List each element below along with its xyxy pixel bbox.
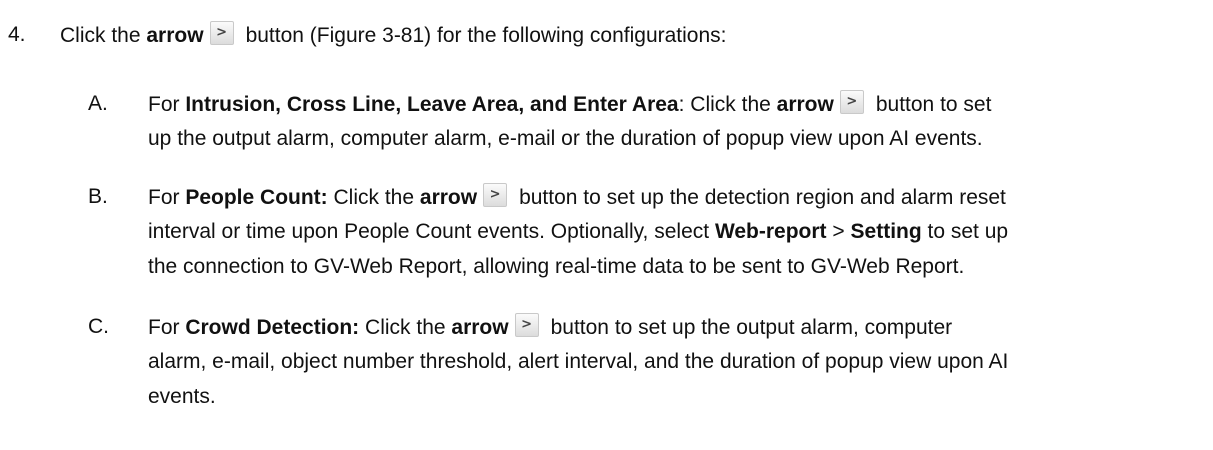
item-b-marker: B. [88, 185, 108, 208]
arrow-button-icon[interactable]: > [209, 21, 234, 45]
item-a-marker: A. [88, 92, 108, 115]
item-b-line-1: For People Count: Click the arrow > button… [148, 183, 1006, 212]
item-c-line-1: For Crowd Detection: Click the arrow > but… [148, 313, 952, 342]
item-c-line-2: alarm, e-mail, object number threshold, … [148, 350, 1009, 373]
step-instruction: Click the arrow > button (Figure 3-81) for… [60, 21, 727, 50]
item-c-marker: C. [88, 315, 109, 338]
item-b-line-3: the connection to GV-Web Report, allowin… [148, 255, 965, 278]
item-b-line-2: interval or time upon People Count event… [148, 220, 1009, 243]
arrow-button-icon[interactable]: > [839, 90, 864, 114]
item-a-line-2: up the output alarm, computer alarm, e-m… [148, 127, 983, 150]
step-number: 4. [8, 23, 26, 46]
item-a-line-1: For Intrusion, Cross Line, Leave Area, a… [148, 90, 991, 119]
item-c-line-3: events. [148, 385, 216, 408]
arrow-button-icon[interactable]: > [483, 183, 508, 207]
arrow-button-icon[interactable]: > [514, 313, 539, 337]
